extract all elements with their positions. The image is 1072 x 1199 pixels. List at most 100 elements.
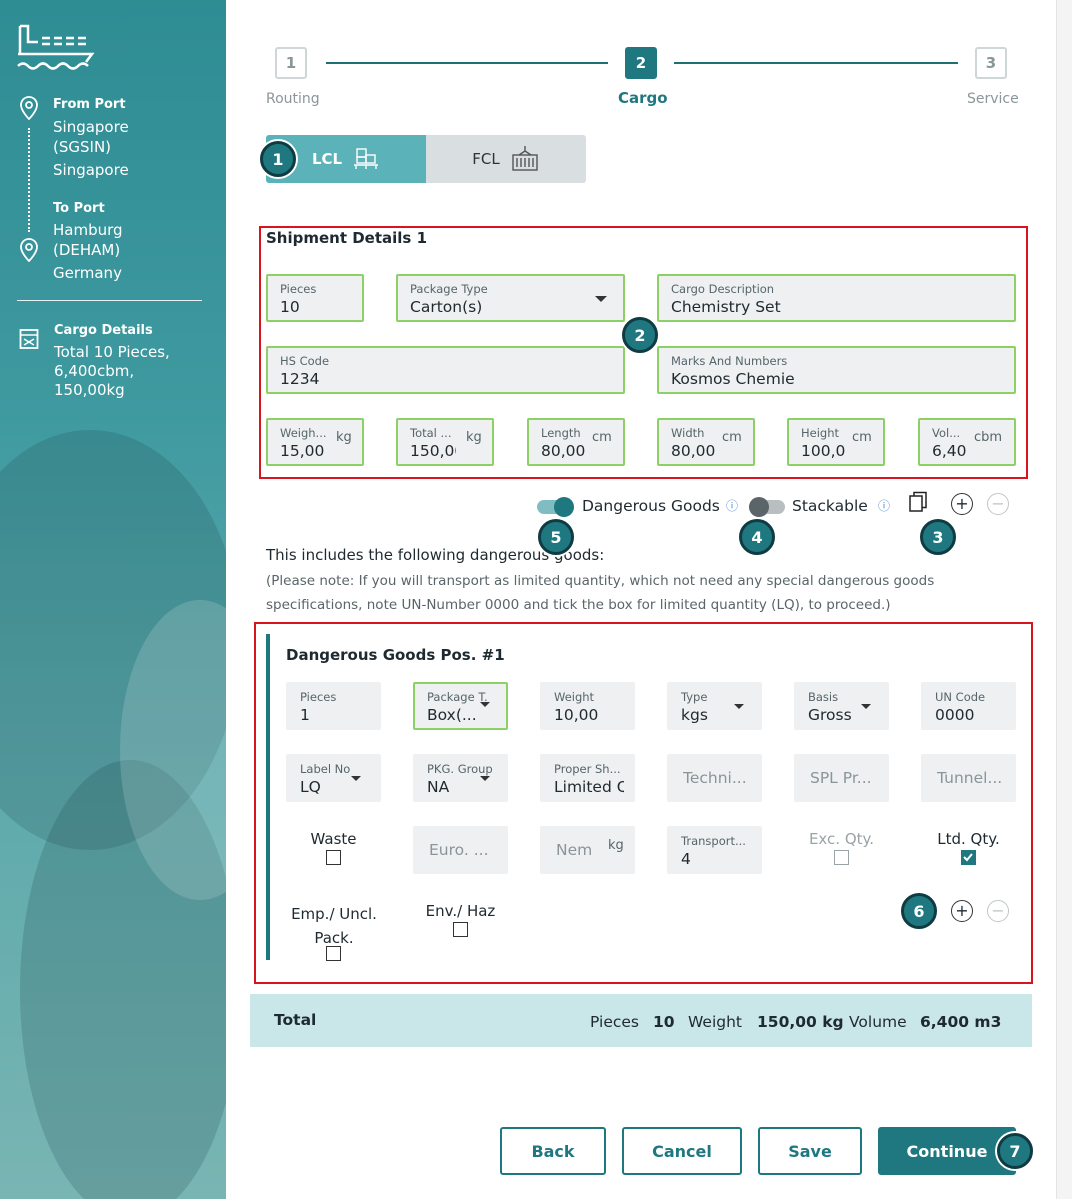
dg-proper-shipping-name-field[interactable]: Proper Sh... Limited Q	[540, 754, 635, 802]
copy-icon[interactable]	[908, 491, 928, 513]
dg-title: Dangerous Goods Pos. #1	[286, 646, 505, 664]
dg-label-no-value: LQ	[300, 778, 321, 796]
marks-numbers-field[interactable]: Marks And Numbers Kosmos Chemie	[657, 346, 1016, 394]
emp-uncl-pack-label: Emp./ Uncl. Pack.	[280, 902, 388, 950]
emp-uncl-pack-checkbox[interactable]	[326, 946, 341, 961]
dg-basis-label: Basis	[808, 690, 839, 704]
dg-pkg-group-select[interactable]: PKG. Group NA	[413, 754, 508, 802]
dg-technical-name-field[interactable]: Techni...	[667, 754, 762, 802]
cargo-pieces: Total 10 Pieces,	[54, 343, 170, 361]
dg-weight-field[interactable]: Weight 10,00	[540, 682, 635, 730]
pieces-value: 10	[280, 298, 300, 316]
sidebar: From Port Singapore (SGSIN) Singapore To…	[0, 0, 226, 1199]
package-type-label: Package Type	[410, 282, 488, 296]
from-port-country: Singapore	[53, 161, 129, 179]
length-field[interactable]: Length cm 80,00	[527, 418, 625, 466]
cargo-details-label: Cargo Details	[54, 323, 153, 338]
step-cargo-label[interactable]: Cargo	[618, 89, 668, 107]
chevron-down-icon	[734, 704, 744, 709]
chevron-down-icon	[480, 702, 490, 707]
cancel-button[interactable]: Cancel	[622, 1127, 742, 1175]
pieces-field[interactable]: Pieces 10	[266, 274, 364, 322]
checkmark-icon	[963, 853, 973, 862]
scrollbar[interactable]	[1056, 0, 1072, 1199]
dg-spl-provision-placeholder: SPL Pr...	[810, 769, 872, 787]
step-service-label[interactable]: Service	[967, 91, 1019, 107]
dg-un-code-label: UN Code	[935, 690, 986, 704]
dg-pieces-field[interactable]: Pieces 1	[286, 682, 381, 730]
ltd-qty-label: Ltd. Qty.	[937, 830, 1000, 848]
remove-shipment-button[interactable]: −	[987, 493, 1009, 515]
annotation-badge: 2	[622, 317, 658, 353]
step-service-number[interactable]: 3	[975, 47, 1007, 79]
totals-volume-label: Volume	[849, 1013, 907, 1031]
location-pin-icon	[20, 96, 38, 120]
dg-tunnel-code-placeholder: Tunnel...	[937, 769, 1003, 787]
length-label: Length	[541, 426, 581, 440]
remove-dg-position-button[interactable]: −	[987, 900, 1009, 922]
to-port-city: Hamburg	[53, 221, 123, 239]
dg-un-code-field[interactable]: UN Code 0000	[921, 682, 1016, 730]
continue-button[interactable]: Continue	[878, 1127, 1016, 1175]
dg-accent-bar	[266, 634, 270, 960]
totals-weight-value: 150,00 kg	[757, 1013, 844, 1031]
dg-pieces-value: 1	[300, 706, 310, 724]
dg-spl-provision-field[interactable]: SPL Pr...	[794, 754, 889, 802]
dg-nem-unit: kg	[608, 838, 624, 853]
dg-package-type-label: Package T...	[427, 690, 487, 704]
cargo-description-field[interactable]: Cargo Description Chemistry Set	[657, 274, 1016, 322]
add-shipment-button[interactable]: +	[951, 493, 973, 515]
info-icon[interactable]: ⓘ	[878, 497, 890, 514]
dg-type-label: Type	[681, 690, 708, 704]
hs-code-field[interactable]: HS Code 1234	[266, 346, 625, 394]
add-dg-position-button[interactable]: +	[951, 900, 973, 922]
dg-euro-field[interactable]: Euro. ...	[413, 826, 508, 874]
height-field[interactable]: Height cm 100,0	[787, 418, 885, 466]
from-port-city: Singapore	[53, 118, 129, 136]
dg-tunnel-code-field[interactable]: Tunnel...	[921, 754, 1016, 802]
total-weight-field[interactable]: Total ... kg 150,00	[396, 418, 494, 466]
pieces-label: Pieces	[280, 282, 317, 296]
hs-code-value: 1234	[280, 370, 320, 388]
dg-transport-category-field[interactable]: Transport... 4	[667, 826, 762, 874]
annotation-badge: 5	[538, 519, 574, 555]
back-button[interactable]: Back	[500, 1127, 606, 1175]
package-type-select[interactable]: Package Type Carton(s)	[396, 274, 625, 322]
width-value: 80,00	[671, 442, 715, 460]
volume-value: 6,40	[932, 442, 967, 460]
dg-un-code-value: 0000	[935, 706, 975, 724]
dg-type-select[interactable]: Type kgs	[667, 682, 762, 730]
step-cargo-number[interactable]: 2	[625, 47, 657, 79]
step-routing-number[interactable]: 1	[275, 47, 307, 79]
volume-field[interactable]: Vol... cbm 6,40	[918, 418, 1016, 466]
waste-checkbox[interactable]	[326, 850, 341, 865]
cargo-weight: 150,00kg	[54, 381, 125, 399]
total-weight-value: 150,00	[410, 442, 456, 460]
save-button[interactable]: Save	[758, 1127, 862, 1175]
env-haz-checkbox[interactable]	[453, 922, 468, 937]
stackable-toggle[interactable]	[749, 497, 785, 517]
fcl-tab[interactable]: FCL	[426, 135, 586, 183]
dg-package-type-value: Box(...	[427, 706, 477, 724]
dangerous-goods-toggle[interactable]	[537, 497, 574, 517]
dg-basis-select[interactable]: Basis Gross	[794, 682, 889, 730]
from-port-value: Singapore (SGSIN) Singapore	[53, 117, 129, 180]
ltd-qty-checkbox[interactable]	[961, 850, 976, 865]
fcl-label: FCL	[472, 150, 500, 168]
info-icon[interactable]: ⓘ	[726, 497, 738, 514]
shipment-details-title: Shipment Details 1	[266, 229, 428, 247]
totals-weight-label: Weight	[688, 1013, 743, 1031]
dg-weight-label: Weight	[554, 690, 595, 704]
totals-label: Total	[274, 1011, 317, 1029]
dg-nem-field[interactable]: Nem kg	[540, 826, 635, 874]
dg-package-type-select[interactable]: Package T... Box(...	[413, 682, 508, 730]
weight-field[interactable]: Weigh... kg 15,00	[266, 418, 364, 466]
dg-label-no-select[interactable]: Label No LQ	[286, 754, 381, 802]
sidebar-divider	[17, 300, 202, 301]
emp-uncl-pack-line1: Emp./ Uncl.	[291, 905, 377, 923]
step-routing-label[interactable]: Routing	[266, 91, 320, 107]
stepper-line	[674, 62, 958, 64]
width-field[interactable]: Width cm 80,00	[657, 418, 755, 466]
exc-qty-checkbox[interactable]	[834, 850, 849, 865]
volume-label: Vol...	[932, 426, 961, 440]
